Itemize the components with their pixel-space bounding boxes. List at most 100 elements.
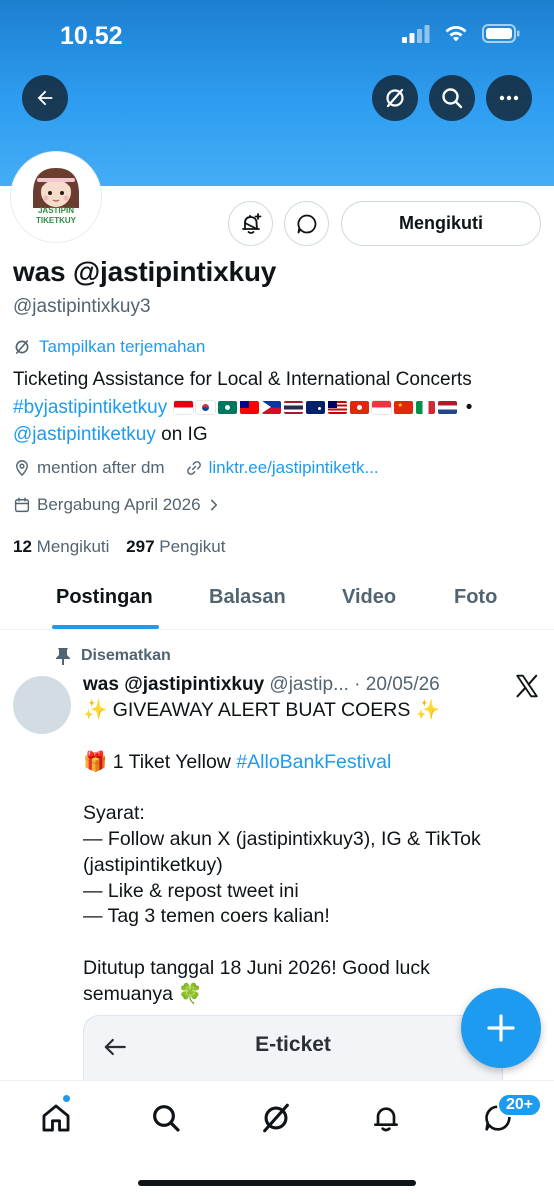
plus-icon [487,1014,515,1042]
status-bar: 10.52 [0,0,554,70]
calendar-icon [14,497,30,513]
chat-bubble-icon [297,214,316,233]
post-text[interactable]: ✨ GIVEAWAY ALERT BUAT COERS ✨ 🎁 1 Tiket … [83,698,503,1008]
nav-search[interactable] [144,1096,188,1140]
bio-ig-mention[interactable]: @jastipintiketkuy [13,424,156,445]
show-translation-link[interactable]: Tampilkan terjemahan [13,337,205,357]
active-tab-indicator [52,625,159,629]
avatar-logo-text: JASTIPIN TIKETKUY [36,206,76,225]
gift-emoji: 🎁 [83,750,108,773]
home-indicator [138,1180,416,1186]
wifi-icon [444,25,468,48]
tab-photos[interactable]: Foto [454,586,497,609]
post-line-1: ✨ GIVEAWAY ALERT BUAT COERS ✨ [83,699,441,721]
more-button[interactable] [486,75,532,121]
following-button[interactable]: Mengikuti [341,201,541,246]
flag-id-icon [174,400,194,414]
nav-grok[interactable] [254,1096,298,1140]
more-icon [499,95,519,101]
joined-item[interactable]: Bergabung April 2026 [13,495,221,515]
message-button[interactable] [284,201,329,246]
search-button[interactable] [429,75,475,121]
tab-video[interactable]: Video [342,586,396,609]
search-icon [442,88,463,109]
x-logo-icon[interactable] [514,673,540,699]
joined-text: Bergabung April 2026 [37,495,201,514]
translate-icon [386,88,404,108]
flag-nl-icon [438,400,458,414]
avatar[interactable]: JASTIPIN TIKETKUY [11,152,101,242]
closing-line-2: semuanya 🍀 [83,982,203,1005]
back-button[interactable] [22,75,68,121]
requirements-title: Syarat: [83,802,145,825]
post-author-meta: @jastip... · 20/05/26 [269,674,440,695]
status-time: 10.52 [60,22,123,50]
pinned-label: Disematkan [81,647,171,664]
joined-row[interactable]: Bergabung April 2026 [13,495,241,515]
bio-hashtag[interactable]: #byjastipintiketkuy [13,397,167,418]
home-icon [42,1104,70,1132]
location-pin-icon [16,460,28,477]
followers-label: Pengikut [159,537,226,556]
battery-icon [482,24,520,48]
flag-sg-icon [372,400,392,414]
link-icon [186,461,201,475]
location-text: mention after dm [37,458,165,477]
show-translation-label: Tampilkan terjemahan [39,337,206,356]
notifications-icon [374,1107,398,1132]
notifications-toggle-button[interactable] [228,201,273,246]
requirement-1b: (jastipintiketkuy) [83,853,223,876]
pin-icon [56,648,70,665]
following-label: Mengikuti [36,537,110,556]
location-item: mention after dm [13,458,165,478]
pinned-indicator: Disematkan [55,647,171,665]
profile-handle: @jastipintixkuy3 [13,296,151,317]
media-title: E-ticket [255,1033,331,1056]
flag-my-icon [328,400,348,414]
profile-display-name: was @jastipintixkuy [13,256,277,287]
post-ticket-text: 1 Tiket Yellow [112,750,231,773]
flag-hk-icon [350,400,370,414]
bio-line-1: Ticketing Assistance for Local & Interna… [13,369,472,390]
translate-icon [15,340,29,354]
post-line-2: 🎁 1 Tiket Yellow #AlloBankFestival [83,750,503,776]
post-author-name[interactable]: was @jastipintixkuy [83,674,264,695]
flag-it-icon [416,400,436,414]
flag-th-icon [284,400,304,414]
followers-link[interactable]: 297 Pengikut [126,537,225,556]
flag-ph-icon [262,400,282,414]
profile-tabs: Postingan Balasan Video Foto [0,570,554,630]
post-header: was @jastipintixkuy @jastip... · 20/05/2… [83,674,440,696]
bell-plus-icon [241,212,261,234]
bio-line-2: #byjastipintiketkuy ★ • [13,394,543,422]
messages-badge: 20+ [497,1093,543,1117]
flag-cn-icon: ★ [394,400,414,414]
profile-meta-row: mention after dm linktr.ee/jastipintiket… [13,458,399,478]
profile-bio: Ticketing Assistance for Local & Interna… [13,366,543,449]
bio-line-3: @jastipintiketkuy on IG [13,421,543,449]
bio-ig-suffix: on IG [161,424,208,445]
follow-counts: 12 Mengikuti 297 Pengikut [13,537,225,557]
bio-separator: • [465,396,473,418]
post-hashtag[interactable]: #AlloBankFestival [236,751,391,773]
tab-posts[interactable]: Postingan [56,586,153,609]
search-icon [153,1105,180,1132]
nav-notifications[interactable] [364,1096,408,1140]
nav-home[interactable] [34,1096,78,1140]
requirement-2: — Like & repost tweet ini [83,879,299,902]
requirement-1a: — Follow akun X (jastipintixkuy3), IG & … [83,827,481,850]
following-link[interactable]: 12 Mengikuti [13,537,109,556]
closing-line-1: Ditutup tanggal 18 Juni 2026! Good luck [83,956,430,979]
home-unread-dot [62,1094,71,1103]
website-item[interactable]: linktr.ee/jastipintiketk... [185,458,379,478]
chevron-right-icon [210,499,217,511]
flag-mo-icon [218,400,238,414]
website-link[interactable]: linktr.ee/jastipintiketk... [209,458,379,478]
country-flags: ★ [174,397,465,418]
cellular-signal-icon [402,24,430,48]
flag-au-icon [306,400,326,414]
post-author-avatar[interactable] [13,676,71,734]
tab-replies[interactable]: Balasan [209,586,286,609]
translate-button[interactable] [372,75,418,121]
compose-post-button[interactable] [461,988,541,1068]
